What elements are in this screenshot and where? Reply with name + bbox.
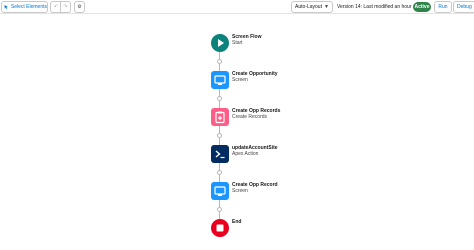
chevron-down-icon: ▼ [324,4,329,10]
redo-button[interactable]: ↷ [60,1,71,13]
flow-node-create-opp-records[interactable] [211,108,229,126]
node-subtitle: Screen [232,77,248,83]
add-element-button[interactable] [217,207,222,212]
version-text: Version 14: Last modified an hour ago [337,4,422,10]
cursor-icon [4,5,8,10]
node-title: End [232,219,242,225]
layout-select[interactable]: Auto-Layout ▼ [291,1,333,13]
gear-icon: ⚙ [77,4,82,10]
screen-icon [211,71,229,89]
flow-builder: Select Elements ↶ ↷ ⚙ Auto-Layout ▼ Vers… [0,0,474,250]
toolbar: Select Elements ↶ ↷ ⚙ Auto-Layout ▼ Vers… [0,0,474,14]
status-badge: Active [413,2,431,12]
flow-node-start[interactable] [211,34,229,52]
stop-icon [211,219,229,237]
add-element-button[interactable] [217,59,222,64]
node-subtitle: Create Records [232,114,268,120]
redo-icon: ↷ [63,4,68,10]
record-create-icon [211,108,229,126]
play-icon [211,34,229,52]
debug-label: Debug [457,4,472,10]
add-element-button[interactable] [217,170,222,175]
select-elements-button[interactable]: Select Elements [1,1,48,13]
node-subtitle: Start [232,40,243,46]
flow-node-create-opportunity[interactable] [211,71,229,89]
apex-icon [211,145,229,163]
undo-icon: ↶ [53,4,59,10]
add-element-button[interactable] [217,96,222,101]
node-subtitle: Apex Action [232,151,259,157]
debug-button[interactable]: Debug [453,1,474,13]
add-element-button[interactable] [217,133,222,138]
screen-icon [211,182,229,200]
flow-node-update-account-site[interactable] [211,145,229,163]
select-elements-label: Select Elements [10,4,47,10]
run-button[interactable]: Run [434,1,452,13]
flow-node-end[interactable] [211,219,229,237]
settings-button[interactable]: ⚙ [74,1,85,13]
run-label: Run [438,4,448,10]
layout-select-value: Auto-Layout [295,4,322,10]
node-subtitle: Screen [232,188,248,194]
flow-node-create-opp-record[interactable] [211,182,229,200]
